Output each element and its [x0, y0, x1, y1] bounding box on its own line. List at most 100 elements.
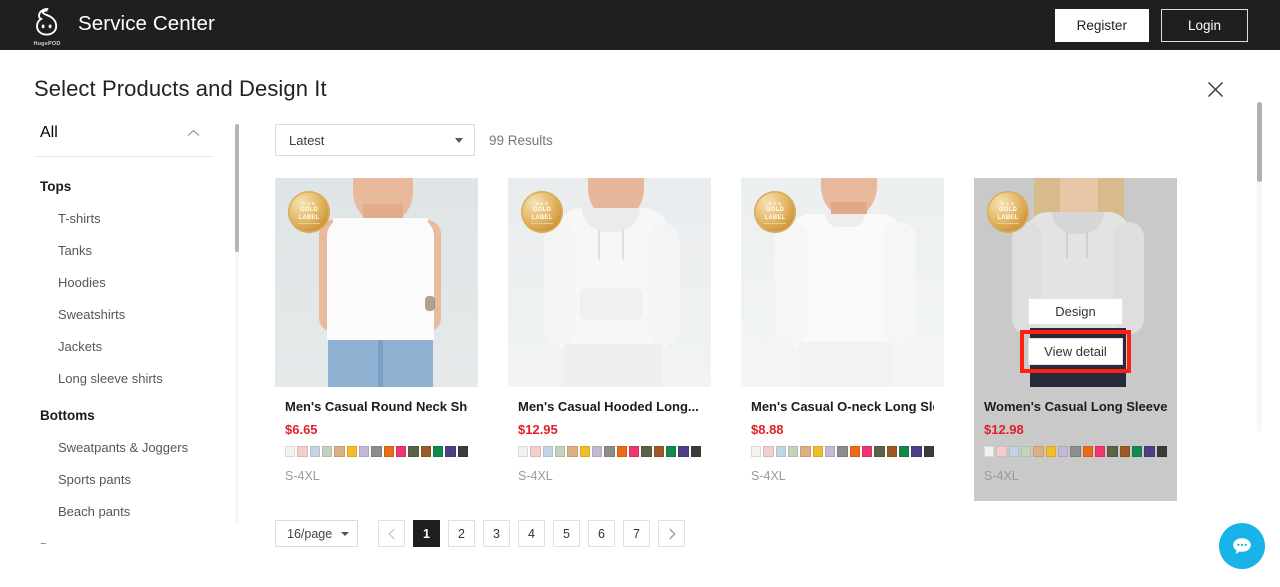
color-swatch[interactable]: [653, 446, 664, 457]
color-swatch[interactable]: [420, 446, 431, 457]
color-swatch[interactable]: [628, 446, 640, 457]
pagination-prev-button[interactable]: [378, 520, 405, 547]
color-swatch[interactable]: [849, 446, 860, 457]
per-page-select[interactable]: 16/page: [275, 520, 358, 547]
color-swatch[interactable]: [886, 446, 897, 457]
color-swatch[interactable]: [1144, 446, 1155, 457]
pagination-page-5[interactable]: 5: [553, 520, 580, 547]
color-swatch[interactable]: [432, 446, 444, 457]
sidebar-item-long-sleeve-shirts[interactable]: Long sleeve shirts: [34, 371, 239, 386]
color-swatch[interactable]: [1070, 446, 1081, 457]
color-swatch[interactable]: [1045, 446, 1056, 457]
color-swatch[interactable]: [604, 446, 615, 457]
content-scrollbar-track[interactable]: [1257, 102, 1262, 432]
pagination-page-3[interactable]: 3: [483, 520, 510, 547]
login-button[interactable]: Login: [1160, 8, 1248, 42]
color-swatch[interactable]: [812, 446, 823, 457]
color-swatch[interactable]: [457, 446, 468, 457]
pagination-page-1[interactable]: 1: [413, 520, 440, 547]
color-swatch[interactable]: [579, 446, 590, 457]
pagination-page-7[interactable]: 7: [623, 520, 650, 547]
sidebar-item-sweatshirts[interactable]: Sweatshirts: [34, 307, 239, 322]
product-image[interactable]: ★★★ GOLD LABEL: [508, 178, 711, 387]
color-swatch[interactable]: [383, 446, 394, 457]
color-swatch[interactable]: [665, 446, 677, 457]
product-image[interactable]: ★★★ GOLD LABEL: [741, 178, 944, 387]
color-swatch[interactable]: [1131, 446, 1143, 457]
color-swatch[interactable]: [751, 446, 762, 457]
product-card[interactable]: ★★★ GOLD LABEL Men's Casual O-neck Long …: [741, 178, 944, 501]
register-button[interactable]: Register: [1054, 8, 1149, 42]
sidebar-item-t-shirts[interactable]: T-shirts: [34, 211, 239, 226]
pagination-next-button[interactable]: [658, 520, 685, 547]
color-swatch[interactable]: [554, 446, 566, 457]
color-swatch[interactable]: [1020, 446, 1032, 457]
color-swatch[interactable]: [1156, 446, 1167, 457]
color-swatch[interactable]: [591, 446, 603, 457]
product-card[interactable]: ★★★ GOLD LABEL Men's Casual Hooded Long.…: [508, 178, 711, 501]
design-button[interactable]: Design: [1028, 298, 1123, 325]
color-swatch[interactable]: [542, 446, 553, 457]
color-swatch[interactable]: [923, 446, 934, 457]
color-swatch[interactable]: [996, 446, 1007, 457]
color-swatch[interactable]: [1057, 446, 1069, 457]
color-swatch[interactable]: [321, 446, 333, 457]
view-detail-button[interactable]: View detail: [1020, 330, 1131, 373]
color-swatch[interactable]: [1082, 446, 1093, 457]
color-swatch[interactable]: [616, 446, 627, 457]
chat-support-button[interactable]: [1219, 523, 1265, 569]
color-swatch[interactable]: [861, 446, 873, 457]
pagination-page-6[interactable]: 6: [588, 520, 615, 547]
content-scrollbar-thumb[interactable]: [1257, 102, 1262, 182]
color-swatch[interactable]: [787, 446, 799, 457]
color-swatch[interactable]: [408, 446, 419, 457]
sidebar-item-sweatpants-joggers[interactable]: Sweatpants & Joggers: [34, 440, 239, 455]
product-toolbar: Latest 99 Results: [275, 124, 1280, 156]
chevron-right-icon: [668, 528, 676, 539]
sidebar-item-tanks[interactable]: Tanks: [34, 243, 239, 258]
product-image[interactable]: ★★★ GOLD LABEL Design View detail: [974, 178, 1177, 387]
color-swatch[interactable]: [874, 446, 885, 457]
color-swatch[interactable]: [567, 446, 578, 457]
color-swatch[interactable]: [898, 446, 910, 457]
sidebar-item-jackets[interactable]: Jackets: [34, 339, 239, 354]
color-swatch[interactable]: [678, 446, 689, 457]
sidebar-item-hoodies[interactable]: Hoodies: [34, 275, 239, 290]
color-swatch[interactable]: [334, 446, 345, 457]
color-swatch[interactable]: [297, 446, 308, 457]
sort-select[interactable]: Latest: [275, 124, 475, 156]
color-swatch[interactable]: [358, 446, 370, 457]
color-swatch[interactable]: [824, 446, 836, 457]
gold-label-badge: ★★★ GOLD LABEL: [754, 191, 796, 233]
color-swatch[interactable]: [641, 446, 652, 457]
color-swatch[interactable]: [984, 446, 995, 457]
color-swatch[interactable]: [1094, 446, 1106, 457]
pagination-page-2[interactable]: 2: [448, 520, 475, 547]
close-button[interactable]: [1198, 72, 1232, 106]
color-swatch[interactable]: [518, 446, 529, 457]
color-swatch[interactable]: [1033, 446, 1044, 457]
color-swatch[interactable]: [346, 446, 357, 457]
color-swatch[interactable]: [763, 446, 774, 457]
sidebar-item-beach-pants[interactable]: Beach pants: [34, 504, 239, 519]
color-swatch[interactable]: [371, 446, 382, 457]
color-swatch[interactable]: [800, 446, 811, 457]
color-swatch[interactable]: [1107, 446, 1118, 457]
product-card[interactable]: ★★★ GOLD LABEL Design View detail Women'…: [974, 178, 1177, 501]
color-swatch[interactable]: [285, 446, 296, 457]
color-swatch[interactable]: [309, 446, 320, 457]
sidebar-item-sports-pants[interactable]: Sports pants: [34, 472, 239, 487]
product-card[interactable]: ★★★ GOLD LABEL Men's Casual Round Neck S…: [275, 178, 478, 501]
color-swatch[interactable]: [395, 446, 407, 457]
sidebar-item-all[interactable]: All: [34, 124, 212, 157]
color-swatch[interactable]: [837, 446, 848, 457]
color-swatch[interactable]: [775, 446, 786, 457]
color-swatch[interactable]: [1119, 446, 1130, 457]
color-swatch[interactable]: [1008, 446, 1019, 457]
color-swatch[interactable]: [530, 446, 541, 457]
pagination-page-4[interactable]: 4: [518, 520, 545, 547]
color-swatch[interactable]: [911, 446, 922, 457]
color-swatch[interactable]: [445, 446, 456, 457]
product-image[interactable]: ★★★ GOLD LABEL: [275, 178, 478, 387]
color-swatch[interactable]: [690, 446, 701, 457]
